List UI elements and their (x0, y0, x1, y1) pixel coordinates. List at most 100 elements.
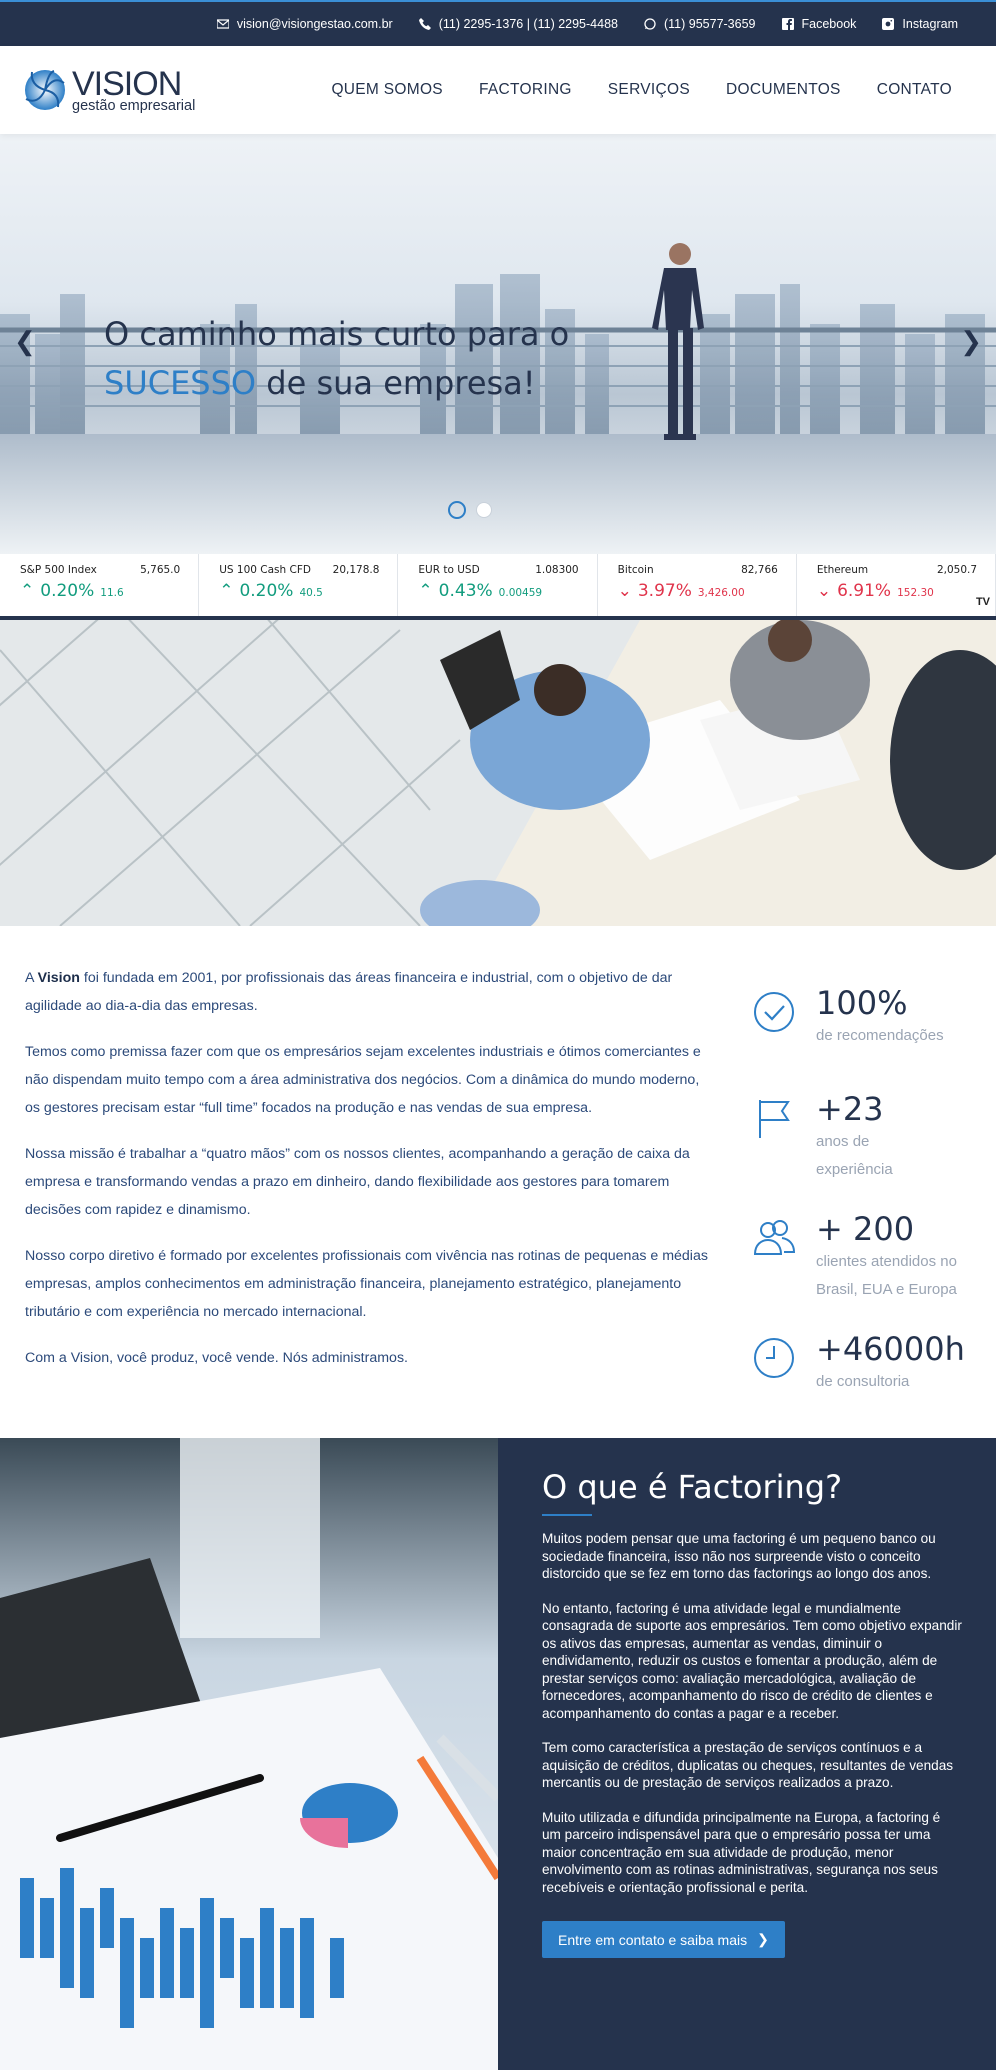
about-paragraph-2: Temos como premissa fazer com que os emp… (25, 1044, 701, 1116)
ticker-change-abs: 152.30 (897, 587, 934, 599)
arrow-down-icon: ⌄ (816, 581, 832, 601)
facebook-link[interactable]: Facebook (781, 17, 857, 31)
ticker-value: 82,766 (741, 564, 778, 576)
hero-prev-arrow[interactable]: ❮ (14, 326, 36, 357)
ticker-change-abs: 40.5 (299, 587, 323, 599)
market-ticker: S&P 500 Index 5,765.0 ⌃ 0.20% 11.6 US 100 C… (0, 554, 996, 620)
hero-dot-1[interactable] (448, 501, 466, 519)
nav-servicos[interactable]: SERVIÇOS (608, 81, 690, 99)
factoring-paragraph-3: Tem como característica a prestação de s… (542, 1740, 954, 1790)
flag-icon (759, 1100, 790, 1138)
about-text: A Vision foi fundada em 2001, por profis… (25, 964, 710, 1398)
instagram-link[interactable]: Instagram (882, 17, 958, 31)
contact-cta-button[interactable]: Entre em contato e saiba mais ❯ (542, 1921, 785, 1958)
factoring-paragraph-2: No entanto, factoring é uma atividade le… (542, 1600, 962, 1721)
financial-documents-image (0, 1438, 498, 2070)
check-circle-icon (754, 992, 794, 1032)
hero-line-1: O caminho mais curto para o (104, 315, 570, 353)
nav-factoring[interactable]: FACTORING (479, 81, 572, 99)
logo-name: VISION (72, 64, 182, 103)
ticker-item[interactable]: Ethereum 2,050.7 ⌄ 6.91% 152.30 (797, 554, 996, 616)
about-paragraph-5: Com a Vision, você produz, você vende. N… (25, 1350, 408, 1366)
nav-quem-somos[interactable]: QUEM SOMOS (331, 81, 443, 99)
ticker-name: Bitcoin (617, 564, 654, 576)
about-p1-text: foi fundada em 2001, por profissionais d… (25, 970, 673, 1014)
finance-illustration (0, 1438, 498, 2070)
factoring-panel: O que é Factoring? Muitos podem pensar q… (498, 1438, 996, 2070)
stat-consulting: +46000h de consultoria (752, 1330, 966, 1396)
cta-label: Entre em contato e saiba mais (558, 1931, 748, 1948)
vision-logo[interactable]: VISION gestão empresarial (24, 67, 195, 114)
stat-recommendations: 100% de recomendações (752, 984, 966, 1050)
ticker-value: 1.08300 (535, 564, 579, 576)
whatsapp-text: (11) 95577-3659 (663, 17, 756, 31)
email-contact[interactable]: vision@visiongestao.com.br (216, 17, 393, 31)
hero-dot-2[interactable] (476, 502, 492, 518)
ticker-name: US 100 Cash CFD (219, 564, 311, 576)
nav-documentos[interactable]: DOCUMENTOS (726, 81, 841, 99)
hero-line-2: de sua empresa! (256, 364, 536, 402)
business-meeting-image (0, 620, 996, 926)
ticker-change-abs: 3,426.00 (697, 587, 745, 599)
main-header: VISION gestão empresarial QUEM SOMOS FAC… (0, 46, 996, 134)
ticker-value: 2,050.7 (936, 564, 978, 576)
ticker-change-abs: 11.6 (100, 587, 124, 599)
tradingview-logo[interactable]: TV (976, 596, 990, 608)
phone-contact[interactable]: (11) 2295-1376 | (11) 2295-4488 (418, 17, 618, 31)
about-paragraph-3: Nossa missão é trabalhar a “quatro mãos”… (25, 1146, 690, 1218)
stat-clients: + 200 clientes atendidos no Brasil, EUA e… (752, 1210, 966, 1304)
chevron-right-icon: ❯ (757, 1931, 769, 1947)
factoring-section: O que é Factoring? Muitos podem pensar q… (0, 1438, 996, 2070)
ticker-name: Ethereum (816, 564, 869, 576)
email-text: vision@visiongestao.com.br (236, 17, 393, 31)
arrow-up-icon: ⌃ (418, 581, 433, 601)
facebook-text: Facebook (801, 17, 857, 31)
ticker-item[interactable]: EUR to USD 1.08300 ⌃ 0.43% 0.00459 (398, 554, 598, 616)
ticker-value: 5,765.0 (140, 564, 181, 576)
hero-slider: O caminho mais curto para o SUCESSO de s… (0, 134, 996, 554)
phone-text: (11) 2295-1376 | (11) 2295-4488 (438, 17, 618, 31)
top-contact-bar: vision@visiongestao.com.br (11) 2295-137… (0, 0, 996, 46)
arrow-up-icon: ⌃ (219, 581, 234, 601)
about-paragraph-4: Nosso corpo diretivo é formado por excel… (25, 1248, 708, 1320)
stat-number: +46000h (816, 1330, 965, 1368)
whatsapp-icon (644, 18, 656, 30)
ticker-change-pct: 3.97% (637, 581, 692, 601)
stat-number: +23 (816, 1090, 884, 1128)
stat-label: clientes atendidos no Brasil, EUA e Euro… (816, 1253, 957, 1298)
nav-contato[interactable]: CONTATO (877, 81, 952, 99)
stat-number: 100% (816, 984, 908, 1022)
instagram-text: Instagram (902, 17, 958, 31)
whatsapp-contact[interactable]: (11) 95577-3659 (644, 17, 756, 31)
envelope-icon (216, 19, 229, 29)
stat-label: de consultoria (816, 1373, 910, 1390)
arrow-up-icon: ⌃ (20, 581, 35, 601)
hero-next-arrow[interactable]: ❯ (960, 326, 982, 357)
stats-column: 100% de recomendações +23 anos de experiên… (710, 964, 966, 1398)
ticker-change-pct: 0.20% (40, 581, 95, 601)
logo-tagline: gestão empresarial (72, 97, 196, 114)
ticker-value: 20,178.8 (332, 564, 380, 576)
ticker-change-pct: 0.20% (239, 581, 294, 601)
factoring-paragraph-1: Muitos podem pensar que uma factoring é … (542, 1531, 936, 1581)
clock-icon (754, 1338, 794, 1378)
ticker-change-abs: 0.00459 (498, 587, 543, 599)
factoring-paragraph-4: Muito utilizada e difundida principalmen… (542, 1809, 941, 1895)
arrow-down-icon: ⌄ (617, 581, 632, 601)
ticker-name: S&P 500 Index (20, 564, 97, 576)
about-paragraph-1: A Vision foi fundada em 2001, por profis… (25, 964, 710, 1020)
ticker-item[interactable]: Bitcoin 82,766 ⌄ 3.97% 3,426.00 (598, 554, 797, 616)
brand-name: Vision (37, 970, 80, 986)
ticker-item[interactable]: S&P 500 Index 5,765.0 ⌃ 0.20% 11.6 (0, 554, 200, 616)
stat-label: anos de experiência (816, 1133, 893, 1178)
stat-label: de recomendações (816, 1027, 944, 1044)
hero-pagination (448, 501, 492, 519)
phone-icon (418, 18, 431, 30)
title-underline (542, 1514, 592, 1516)
ticker-change-pct: 6.91% (837, 581, 892, 601)
meeting-illustration (0, 620, 996, 926)
facebook-icon (781, 18, 794, 30)
ticker-name: EUR to USD (418, 564, 480, 576)
about-p1-prefix: A (25, 970, 38, 986)
ticker-item[interactable]: US 100 Cash CFD 20,178.8 ⌃ 0.20% 40.5 (199, 554, 399, 616)
